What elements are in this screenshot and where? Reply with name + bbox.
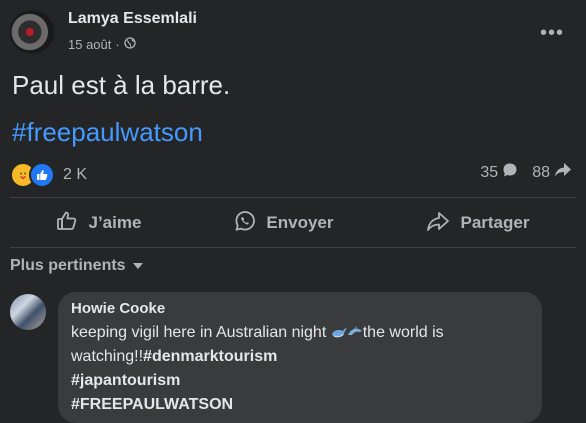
comment-hashtag-denmark[interactable]: #denmarktourism (143, 348, 277, 365)
commenter-avatar[interactable] (10, 294, 46, 330)
post-author-name[interactable]: Lamya Essemlali (68, 10, 197, 28)
comment-bubble-icon (502, 162, 518, 183)
share-count: 88 (532, 163, 550, 181)
author-avatar[interactable] (10, 10, 54, 54)
sort-label: Plus pertinents (10, 257, 126, 274)
post-date[interactable]: 15 août (68, 37, 111, 52)
post-hashtag-link[interactable]: #freepaulwatson (12, 117, 203, 148)
share-button[interactable]: Partager (426, 210, 529, 237)
meta-separator: · (115, 37, 120, 52)
comment-sort-dropdown[interactable]: Plus pertinents (10, 257, 144, 275)
like-button[interactable]: J’aime (56, 210, 141, 237)
whatsapp-icon (234, 210, 256, 237)
share-count-link[interactable]: 88 (532, 162, 572, 183)
post-text: Paul est à la barre. (12, 70, 231, 100)
comment-text-part1: keeping vigil here in Australian night (71, 324, 331, 341)
send-button[interactable]: Envoyer (234, 210, 334, 237)
more-options-button[interactable]: ••• (540, 22, 564, 45)
share-arrow-icon (554, 162, 572, 183)
reaction-count: 2 K (63, 166, 88, 183)
globe-icon (124, 37, 136, 52)
thumbs-up-icon (56, 210, 78, 237)
dolphin-emoji-icon (347, 323, 363, 337)
divider-bottom (10, 247, 576, 248)
share-label: Partager (460, 213, 530, 232)
like-label: J’aime (88, 213, 142, 232)
comment-count: 35 (480, 163, 499, 181)
share-icon (426, 210, 450, 237)
comment-count-link[interactable]: 35 (480, 162, 518, 183)
post-meta: 15 août · (68, 37, 136, 52)
post-actions-bar: J’aime Envoyer Partager (10, 203, 576, 243)
comment-text: keeping vigil here in Australian night t… (71, 321, 531, 417)
commenter-name[interactable]: Howie Cooke (71, 300, 165, 317)
whale-emoji-icon (331, 323, 347, 338)
comment-hashtag-freepaulwatson[interactable]: #FREEPAULWATSON (71, 393, 531, 417)
send-label: Envoyer (266, 213, 334, 232)
reactions-summary[interactable]: 2 K (10, 162, 87, 188)
post-stats: 35 88 (480, 162, 572, 183)
divider-top (10, 197, 576, 198)
like-icon (29, 162, 55, 188)
comment-hashtag-japan[interactable]: #japantourism (71, 369, 531, 393)
caret-down-icon (132, 257, 144, 275)
